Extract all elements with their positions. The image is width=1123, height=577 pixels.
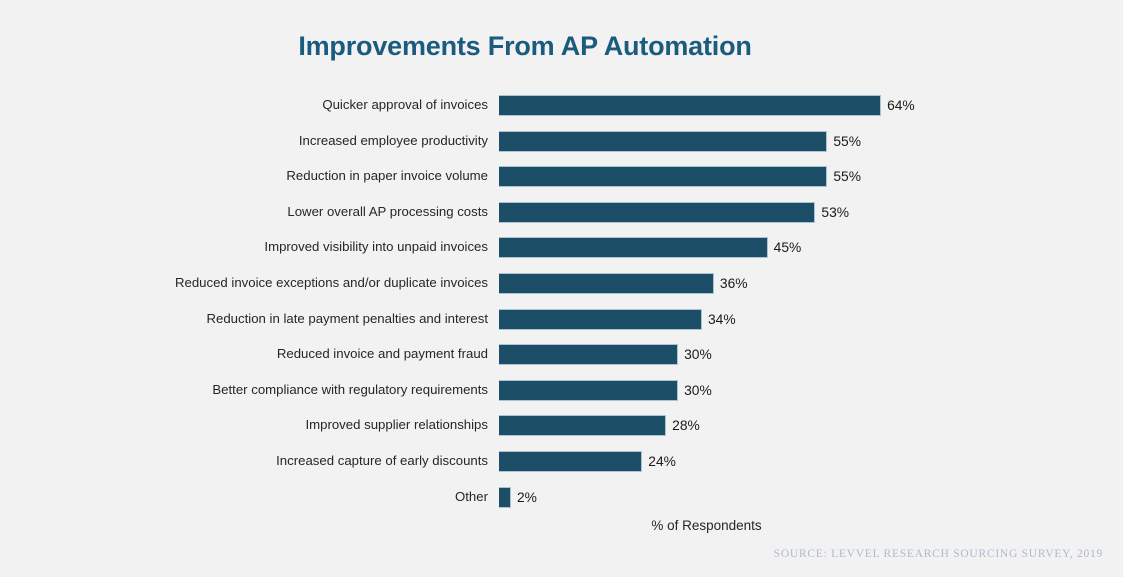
bar-value-label: 55% [833, 169, 861, 185]
bar-value-label: 45% [773, 240, 802, 256]
bar-category-label: Increased capture of early discounts [276, 452, 488, 468]
bar-fill[interactable] [499, 166, 828, 188]
bar-value-label: 64% [887, 98, 915, 113]
bar-track: 55% [499, 130, 861, 152]
bar-row: Better compliance with regulatory requir… [0, 378, 1123, 414]
bar-row: Increased employee productivity 55% [0, 129, 1123, 165]
bar-track: 34% [499, 308, 736, 330]
bar-row: Reduced invoice exceptions and/or duplic… [0, 271, 1123, 307]
bar-category-label: Improved supplier relationships [305, 417, 488, 433]
bar-row: Improved supplier relationships 28% [0, 413, 1123, 449]
bar-fill[interactable] [499, 201, 816, 223]
bar-value-label: 30% [684, 347, 712, 363]
bar-category-label: Increased employee productivity [298, 132, 488, 148]
bar-row: Increased capture of early discounts 24% [0, 449, 1123, 485]
bar-value-label: 55% [833, 133, 861, 149]
bar-value-label: 34% [707, 311, 736, 327]
bar-category-label: Reduced invoice and payment fraud [276, 346, 488, 362]
bar-fill[interactable] [499, 344, 679, 366]
bar-value-label: 30% [684, 382, 712, 398]
bar-track: 2% [499, 486, 537, 508]
bar-value-label: 28% [672, 418, 700, 434]
bar-fill[interactable] [499, 308, 702, 330]
bar-value-label: 2% [516, 489, 537, 505]
bar-track: 36% [499, 272, 748, 294]
bar-fill[interactable] [499, 95, 882, 116]
bar-fill[interactable] [499, 415, 667, 437]
bar-track: 30% [499, 379, 712, 401]
bar-fill[interactable] [499, 450, 643, 472]
bar-track: 24% [499, 450, 676, 472]
bar-track: 64% [499, 95, 915, 116]
bar-value-label: 53% [821, 204, 850, 220]
bar-track: 55% [499, 166, 861, 188]
bar-category-label: Quicker approval of invoices [322, 97, 488, 112]
bar-row: Reduced invoice and payment fraud 30% [0, 342, 1123, 378]
bar-chart-plot-area: Quicker approval of invoices 64% Increased… [0, 93, 1123, 520]
bar-track: 53% [499, 201, 850, 223]
bar-category-label: Reduced invoice exceptions and/or duplic… [174, 274, 488, 290]
bar-value-label: 36% [719, 275, 748, 291]
bar-track: 30% [499, 344, 712, 366]
bar-category-label: Improved visibility into unpaid invoices [264, 239, 488, 255]
x-axis-title-label: % of Respondents [651, 518, 762, 533]
x-axis-title: % of Respondents [0, 518, 1123, 533]
bar-fill[interactable] [499, 272, 714, 294]
bar-category-label: Better compliance with regulatory requir… [212, 381, 488, 397]
chart-title: Improvements From AP Automation [298, 31, 752, 61]
chart-figure: Improvements From AP Automation Quicker … [0, 0, 1123, 577]
bar-category-label: Other [455, 488, 488, 504]
bar-fill[interactable] [499, 237, 768, 259]
bar-category-label: Lower overall AP processing costs [287, 203, 488, 219]
bar-fill[interactable] [499, 379, 679, 401]
bar-row: Quicker approval of invoices 64% [0, 93, 1123, 129]
bar-fill[interactable] [499, 130, 828, 152]
bar-track: 28% [499, 415, 700, 437]
bar-track: 45% [499, 237, 802, 259]
source-attribution: SOURCE: LEVVEL RESEARCH SOURCING SURVEY,… [773, 548, 1103, 560]
bar-row: Improved visibility into unpaid invoices… [0, 235, 1123, 271]
bar-row: Lower overall AP processing costs 53% [0, 200, 1123, 236]
bar-row: Reduction in paper invoice volume 55% [0, 164, 1123, 200]
bar-category-label: Reduction in paper invoice volume [286, 168, 488, 184]
bar-fill[interactable] [499, 486, 511, 508]
bar-row: Other 2% [0, 485, 1123, 521]
bar-category-label: Reduction in late payment penalties and … [206, 310, 488, 326]
bar-row: Reduction in late payment penalties and … [0, 307, 1123, 343]
bar-value-label: 24% [648, 453, 676, 469]
